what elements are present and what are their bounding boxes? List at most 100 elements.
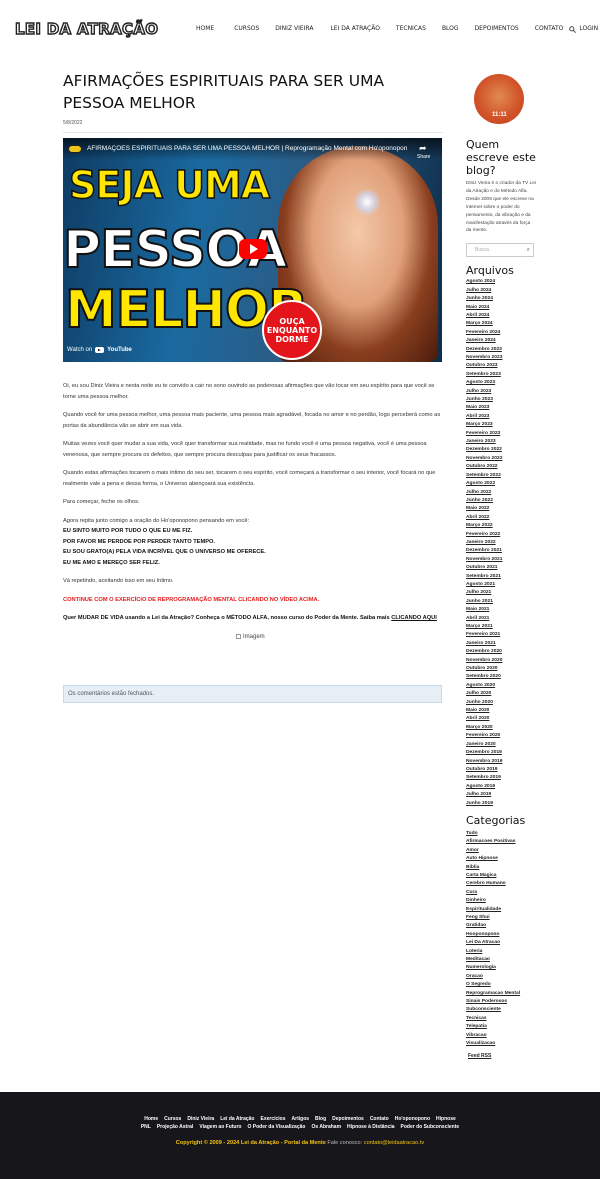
archive-link-agosto-2019[interactable]: Agosto 2019: [466, 783, 536, 791]
archive-link-setembro-2020[interactable]: Setembro 2020: [466, 673, 536, 681]
nav-diniz-vieira[interactable]: DINIZ VIEIRA: [275, 25, 313, 32]
category-link-oracao[interactable]: Oracao: [466, 973, 536, 981]
archive-link-abril-2022[interactable]: Abril 2022: [466, 514, 536, 522]
archive-link-outubro-2022[interactable]: Outubro 2022: [466, 463, 536, 471]
archive-link-marco-2021[interactable]: Março 2021: [466, 623, 536, 631]
nav-home[interactable]: HOME: [196, 25, 214, 32]
category-link-tudo[interactable]: Tudo: [466, 830, 536, 838]
archive-link-marco-2024[interactable]: Março 2024: [466, 320, 536, 328]
archive-link-novembro-2023[interactable]: Novembro 2023: [466, 354, 536, 362]
archive-link-abril-2021[interactable]: Abril 2021: [466, 615, 536, 623]
footer-link-blog[interactable]: Blog: [315, 1116, 326, 1122]
archive-link-fevereiro-2024[interactable]: Fevereiro 2024: [466, 329, 536, 337]
archive-link-setembro-2022[interactable]: Setembro 2022: [466, 472, 536, 480]
category-link-o-segredo[interactable]: O Segredo: [466, 981, 536, 989]
archive-link-dezembro-2023[interactable]: Dezembro 2023: [466, 346, 536, 354]
share-icon[interactable]: ➦: [419, 143, 427, 154]
archive-link-dezembro-2021[interactable]: Dezembro 2021: [466, 547, 536, 555]
archive-link-junho-2022[interactable]: Junho 2022: [466, 497, 536, 505]
footer-link-diniz-vieira[interactable]: Diniz Vieira: [187, 1116, 214, 1122]
category-link-cura[interactable]: Cura: [466, 889, 536, 897]
nav-login[interactable]: LOGIN: [579, 25, 598, 32]
category-link-dinheiro[interactable]: Dinheiro: [466, 897, 536, 905]
archive-link-agosto-2024[interactable]: Agosto 2024: [466, 278, 536, 286]
nav-lei-da-atracao[interactable]: LEI DA ATRAÇÃO: [330, 25, 379, 32]
archive-link-julho-2021[interactable]: Julho 2021: [466, 589, 536, 597]
category-link-feng-shui[interactable]: Feng Shui: [466, 914, 536, 922]
search-icon[interactable]: [569, 26, 576, 33]
footer-link-depoimentos[interactable]: Depoimentos: [332, 1116, 364, 1122]
category-link-hooponopono[interactable]: Hooponopono: [466, 931, 536, 939]
category-link-vibracao[interactable]: Vibracao: [466, 1032, 536, 1040]
archive-link-agosto-2023[interactable]: Agosto 2023: [466, 379, 536, 387]
archive-link-abril-2024[interactable]: Abril 2024: [466, 312, 536, 320]
watch-on-youtube[interactable]: Watch on YouTube: [67, 347, 132, 353]
archive-link-fevereiro-2020[interactable]: Fevereiro 2020: [466, 732, 536, 740]
archive-link-fevereiro-2023[interactable]: Fevereiro 2023: [466, 430, 536, 438]
archive-link-marco-2022[interactable]: Março 2022: [466, 522, 536, 530]
archive-link-janeiro-2020[interactable]: Janeiro 2020: [466, 741, 536, 749]
archive-link-maio-2021[interactable]: Maio 2021: [466, 606, 536, 614]
archive-link-dezembro-2022[interactable]: Dezembro 2022: [466, 446, 536, 454]
footer-link-poder-do-subconsciente[interactable]: Poder do Subconsciente: [401, 1124, 460, 1130]
archive-link-marco-2020[interactable]: Março 2020: [466, 724, 536, 732]
category-link-lei-da-atracao[interactable]: Lei Da Atracao: [466, 939, 536, 947]
play-button[interactable]: [239, 239, 267, 259]
category-link-biblia[interactable]: Biblia: [466, 864, 536, 872]
category-link-amor[interactable]: Amor: [466, 847, 536, 855]
archive-link-agosto-2020[interactable]: Agosto 2020: [466, 682, 536, 690]
archive-link-janeiro-2022[interactable]: Janeiro 2022: [466, 539, 536, 547]
nav-depoimentos[interactable]: DEPOIMENTOS: [475, 25, 519, 32]
broken-image[interactable]: Imagem: [236, 632, 443, 643]
archive-link-junho-2020[interactable]: Junho 2020: [466, 699, 536, 707]
footer-link-artigos[interactable]: Artigos: [292, 1116, 310, 1122]
archive-link-julho-2019[interactable]: Julho 2019: [466, 791, 536, 799]
archive-link-agosto-2021[interactable]: Agosto 2021: [466, 581, 536, 589]
category-link-auto-hipnose[interactable]: Auto Hipnose: [466, 855, 536, 863]
archive-link-maio-2022[interactable]: Maio 2022: [466, 505, 536, 513]
archive-link-fevereiro-2022[interactable]: Fevereiro 2022: [466, 531, 536, 539]
archive-link-fevereiro-2021[interactable]: Fevereiro 2021: [466, 631, 536, 639]
archive-link-outubro-2019[interactable]: Outubro 2019: [466, 766, 536, 774]
footer-link-hipnose-a-distancia[interactable]: Hipnose à Distância: [347, 1124, 395, 1130]
archive-link-dezembro-2020[interactable]: Dezembro 2020: [466, 648, 536, 656]
archive-link-maio-2020[interactable]: Maio 2020: [466, 707, 536, 715]
archive-link-julho-2024[interactable]: Julho 2024: [466, 287, 536, 295]
category-link-cerebro-humano[interactable]: Cerebro Humano: [466, 880, 536, 888]
archive-link-junho-2023[interactable]: Junho 2023: [466, 396, 536, 404]
footer-link-cursos[interactable]: Cursos: [164, 1116, 181, 1122]
footer-link-exercicios[interactable]: Exercícios: [261, 1116, 286, 1122]
category-link-loteria[interactable]: Loteria: [466, 948, 536, 956]
footer-link-contato[interactable]: Contato: [370, 1116, 389, 1122]
archive-link-maio-2023[interactable]: Maio 2023: [466, 404, 536, 412]
nav-cursos[interactable]: CURSOS: [234, 25, 259, 32]
archive-link-outubro-2020[interactable]: Outubro 2020: [466, 665, 536, 673]
archive-link-julho-2020[interactable]: Julho 2020: [466, 690, 536, 698]
archive-link-junho-2019[interactable]: Junho 2019: [466, 800, 536, 808]
category-link-gratidao[interactable]: Gratidao: [466, 922, 536, 930]
category-link-telepatia[interactable]: Telepatia: [466, 1023, 536, 1031]
archive-link-janeiro-2023[interactable]: Janeiro 2023: [466, 438, 536, 446]
category-link-meditacao[interactable]: Meditacao: [466, 956, 536, 964]
archive-link-janeiro-2024[interactable]: Janeiro 2024: [466, 337, 536, 345]
footer-link-o-poder-da-visualizacao[interactable]: O Poder da Visualização: [247, 1124, 305, 1130]
category-link-afirmacoes-positivas[interactable]: Afirmacoes Positivas: [466, 838, 536, 846]
sidebar-search-field[interactable]: Busca ⌕: [466, 243, 534, 258]
category-link-tecnicas[interactable]: Tecnicas: [466, 1015, 536, 1023]
video-title[interactable]: AFIRMAÇÕES ESPIRITUAIS PARA SER UMA PESS…: [87, 145, 407, 152]
archive-link-junho-2021[interactable]: Junho 2021: [466, 598, 536, 606]
category-link-carta-magica[interactable]: Carta Magica: [466, 872, 536, 880]
nav-contato[interactable]: CONTATO: [535, 25, 564, 32]
archive-link-dezembro-2019[interactable]: Dezembro 2019: [466, 749, 536, 757]
youtube-video-embed[interactable]: SEJA UMA PESSOA MELHOR AFIRMAÇÕES ESPIRI…: [63, 138, 442, 362]
archive-link-junho-2024[interactable]: Junho 2024: [466, 295, 536, 303]
archive-link-abril-2023[interactable]: Abril 2023: [466, 413, 536, 421]
feed-rss-link[interactable]: Feed RSS: [468, 1053, 536, 1059]
archive-link-novembro-2021[interactable]: Novembro 2021: [466, 556, 536, 564]
site-logo[interactable]: LEI DA ATRAÇÃO: [14, 19, 158, 38]
footer-link-projecao-astral[interactable]: Projeção Astral: [157, 1124, 194, 1130]
footer-link-ho-oponopono[interactable]: Ho'oponopono: [395, 1116, 430, 1122]
archive-link-julho-2023[interactable]: Julho 2023: [466, 388, 536, 396]
nav-tecnicas[interactable]: TECNICAS: [396, 25, 426, 32]
category-link-numerologia[interactable]: Numerologia: [466, 964, 536, 972]
